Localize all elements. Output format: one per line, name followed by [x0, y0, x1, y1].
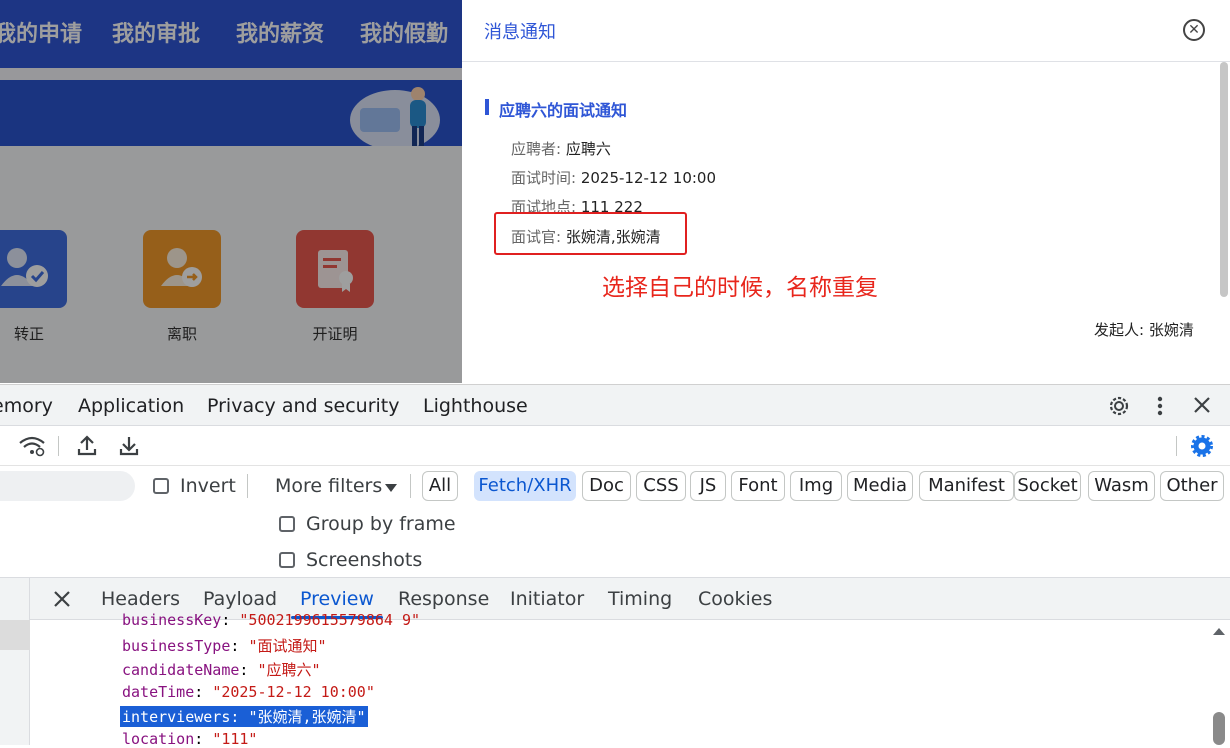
- chip-manifest[interactable]: Manifest: [919, 471, 1014, 501]
- annotation-note: 选择自己的时候，名称重复: [602, 275, 878, 301]
- network-toolbar: [0, 426, 1230, 466]
- chip-other[interactable]: Other: [1160, 471, 1224, 501]
- tab-application[interactable]: Application: [78, 395, 184, 417]
- invert-checkbox[interactable]: [153, 478, 169, 494]
- chevron-down-icon[interactable]: [384, 482, 398, 494]
- toolbar-divider: [1176, 436, 1177, 456]
- drawer-title: 消息通知: [484, 22, 556, 43]
- upload-icon[interactable]: [76, 434, 98, 458]
- json-key: candidateName: [122, 661, 240, 679]
- tab-memory[interactable]: emory: [0, 395, 53, 417]
- tab-lighthouse[interactable]: Lighthouse: [423, 395, 528, 417]
- drawer-divider: [462, 61, 1230, 62]
- scrollbar-thumb[interactable]: [1213, 712, 1225, 745]
- network-settings-gear-icon[interactable]: [1189, 433, 1215, 459]
- chip-css[interactable]: CSS: [636, 471, 686, 501]
- json-line-interviewers[interactable]: interviewers: "张婉清,张婉清": [120, 706, 368, 727]
- group-by-frame-checkbox[interactable]: [279, 516, 295, 532]
- chip-socket[interactable]: Socket: [1014, 471, 1081, 501]
- tab-privacy-security[interactable]: Privacy and security: [207, 395, 399, 417]
- close-icon[interactable]: ✕: [1183, 19, 1205, 41]
- group-by-frame-label: Group by frame: [306, 513, 456, 535]
- tab-initiator[interactable]: Initiator: [510, 588, 584, 610]
- highlight-box: [494, 212, 687, 255]
- json-line-date-time[interactable]: dateTime: "2025-12-12 10:00": [122, 683, 375, 701]
- tab-response[interactable]: Response: [398, 588, 489, 610]
- filter-input[interactable]: [0, 471, 135, 501]
- toolbar-divider: [58, 436, 59, 456]
- tab-headers[interactable]: Headers: [101, 588, 180, 610]
- json-value: "面试通知": [248, 637, 327, 655]
- field-interview-time: 面试时间: 2025-12-12 10:00: [511, 167, 716, 188]
- json-key: interviewers: [122, 708, 231, 726]
- app-background: 我的申请 我的审批 我的薪资 我的假勤 转正 离职 开证明: [0, 0, 462, 383]
- tab-cookies[interactable]: Cookies: [698, 588, 772, 610]
- json-key: location: [122, 730, 195, 748]
- screenshots-checkbox[interactable]: [279, 552, 295, 568]
- section-accent-bar: [485, 99, 489, 115]
- more-vertical-icon[interactable]: [1150, 393, 1170, 419]
- field-key: 面试时间:: [511, 169, 577, 187]
- json-value: "5002199615579864 9": [239, 611, 421, 629]
- initiator-text: 发起人: 张婉清: [1094, 321, 1194, 339]
- gear-icon[interactable]: [1106, 393, 1132, 419]
- json-value: "应聘六": [257, 661, 321, 679]
- json-line-location[interactable]: location: "111": [122, 730, 257, 748]
- json-line-business-type[interactable]: businessType: "面试通知": [122, 635, 327, 656]
- json-line-candidate-name[interactable]: candidateName: "应聘六": [122, 659, 321, 680]
- drawer-scrollbar[interactable]: [1220, 62, 1228, 297]
- json-key: dateTime: [122, 683, 195, 701]
- screenshots-label: Screenshots: [306, 549, 423, 571]
- filter-divider: [410, 474, 411, 498]
- invert-label: Invert: [180, 475, 236, 497]
- request-list-edge[interactable]: [0, 578, 30, 745]
- tab-timing[interactable]: Timing: [608, 588, 672, 610]
- field-key: 应聘者:: [511, 140, 562, 158]
- chip-img[interactable]: Img: [790, 471, 842, 501]
- field-value: 2025-12-12 10:00: [580, 169, 717, 187]
- chip-all[interactable]: All: [422, 471, 458, 501]
- json-line-business-key[interactable]: businessKey: "5002199615579864 9": [122, 611, 420, 629]
- modal-overlay[interactable]: [0, 0, 462, 383]
- network-conditions-icon[interactable]: [18, 434, 46, 458]
- devtools-panel-tabs: emory Application Privacy and security L…: [0, 384, 1230, 426]
- json-value: "张婉清,张婉清": [248, 708, 366, 726]
- chip-js[interactable]: JS: [690, 471, 726, 501]
- download-icon[interactable]: [118, 434, 140, 458]
- chip-doc[interactable]: Doc: [582, 471, 631, 501]
- section-title: 应聘六的面试通知: [499, 101, 628, 120]
- close-icon[interactable]: [52, 589, 72, 609]
- chip-media[interactable]: Media: [847, 471, 913, 501]
- tab-preview[interactable]: Preview: [300, 588, 374, 610]
- json-value: "2025-12-12 10:00": [212, 683, 375, 701]
- close-icon[interactable]: [1191, 394, 1213, 416]
- chip-font[interactable]: Font: [731, 471, 785, 501]
- selected-request-row[interactable]: [0, 620, 30, 650]
- chip-wasm[interactable]: Wasm: [1088, 471, 1155, 501]
- tab-payload[interactable]: Payload: [203, 588, 277, 610]
- filter-divider: [247, 474, 248, 498]
- more-filters-dropdown[interactable]: More filters: [275, 475, 382, 497]
- field-value: 应聘六: [565, 140, 611, 158]
- field-candidate: 应聘者: 应聘六: [511, 138, 611, 159]
- json-key: businessKey: [122, 611, 222, 629]
- json-value: "111": [212, 730, 258, 748]
- chip-fetch-xhr[interactable]: Fetch/XHR: [474, 471, 576, 501]
- network-options: [0, 506, 1230, 578]
- scroll-up-arrow-icon[interactable]: [1212, 626, 1226, 636]
- json-key: businessType: [122, 637, 231, 655]
